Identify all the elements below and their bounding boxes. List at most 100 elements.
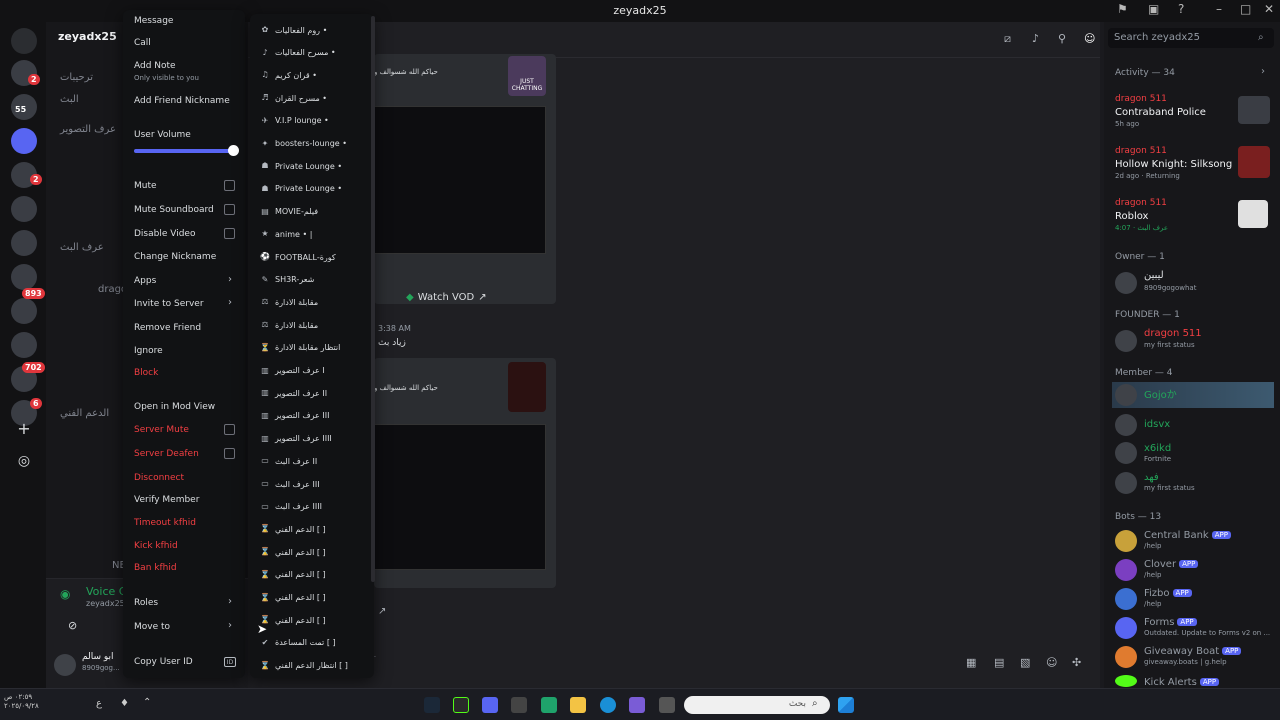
member-name[interactable]: Clover APP bbox=[1144, 559, 1199, 570]
menu-item-ignore[interactable]: Ignore bbox=[134, 346, 163, 356]
menu-item-add-friend-nickname[interactable]: Add Friend Nickname bbox=[134, 96, 230, 106]
server-icon[interactable] bbox=[11, 264, 37, 290]
menu-item-move-to[interactable]: Move to bbox=[134, 622, 170, 632]
move-to-channel-item[interactable]: ☗ Private Lounge • bbox=[260, 158, 342, 174]
server-mute-checkbox[interactable] bbox=[224, 424, 235, 435]
avatar[interactable] bbox=[1115, 272, 1137, 294]
move-to-channel-item[interactable]: ⌛ الدعم الفني [ ] bbox=[260, 567, 326, 583]
avatar[interactable] bbox=[1115, 530, 1137, 552]
move-to-channel-item[interactable]: ⏳ انتظار مقابلة الادارة bbox=[260, 340, 340, 356]
menu-item-invite-to-server[interactable]: Invite to Server bbox=[134, 299, 204, 309]
menu-item-kick[interactable]: Kick kfhid bbox=[134, 541, 178, 551]
edge-icon[interactable] bbox=[600, 697, 616, 713]
channel-item[interactable]: ترحيبات bbox=[60, 72, 93, 83]
member-name[interactable]: ليبين bbox=[1144, 270, 1164, 281]
avatar[interactable] bbox=[54, 654, 76, 676]
move-to-channel-item[interactable]: ✔ تمت المساعدة [ ] bbox=[260, 635, 336, 651]
steam-icon[interactable] bbox=[424, 697, 440, 713]
member-name[interactable]: فهد bbox=[1144, 472, 1159, 483]
volume-slider-track[interactable] bbox=[134, 149, 234, 153]
chevron-up-icon[interactable]: ⌃ bbox=[143, 697, 151, 708]
disable-video-checkbox[interactable] bbox=[224, 228, 235, 239]
channel-item[interactable]: عرف البث bbox=[60, 242, 104, 253]
server-deafen-checkbox[interactable] bbox=[224, 448, 235, 459]
server-icon[interactable] bbox=[11, 230, 37, 256]
menu-item-open-mod-view[interactable]: Open in Mod View bbox=[134, 402, 215, 412]
server-icon[interactable] bbox=[11, 332, 37, 358]
sticker-icon[interactable]: ▧ bbox=[1020, 656, 1030, 669]
menu-item-roles[interactable]: Roles bbox=[134, 598, 158, 608]
member-name[interactable]: dragon 511 bbox=[1144, 328, 1202, 339]
server-icon[interactable] bbox=[11, 298, 37, 324]
move-to-channel-item[interactable]: ⚖ مقابلة الادارة bbox=[260, 317, 318, 333]
bell-icon[interactable]: ♪ bbox=[1032, 32, 1039, 45]
taskbar-search[interactable]: بحث bbox=[684, 696, 830, 714]
menu-item-mute[interactable]: Mute bbox=[134, 181, 157, 191]
move-to-channel-item[interactable]: ♬ مسرح القران • bbox=[260, 90, 327, 106]
menu-item-copy-user-id[interactable]: Copy User ID bbox=[134, 657, 193, 667]
move-to-channel-item[interactable]: ⌛ الدعم الفني [ ] bbox=[260, 544, 326, 560]
move-to-channel-item[interactable]: ⚽ FOOTBALL-كورة bbox=[260, 249, 336, 265]
members-icon[interactable]: ☺ bbox=[1084, 32, 1095, 45]
menu-item-remove-friend[interactable]: Remove Friend bbox=[134, 323, 201, 333]
chevron-right-icon[interactable]: › bbox=[1261, 66, 1265, 77]
move-to-channel-item[interactable]: ✈ V.I.P lounge • bbox=[260, 113, 329, 129]
member-name[interactable]: x6ikd bbox=[1144, 443, 1171, 454]
menu-item-ban[interactable]: Ban kfhid bbox=[134, 563, 177, 573]
threads-icon[interactable]: ⧄ bbox=[1004, 32, 1011, 46]
microphone-icon[interactable]: ♦ bbox=[120, 698, 129, 709]
move-to-channel-item[interactable]: ⚖ مقابلة الادارة bbox=[260, 294, 318, 310]
move-to-channel-item[interactable]: ▥ عرف التصوير IIII bbox=[260, 431, 332, 447]
menu-item-change-nickname[interactable]: Change Nickname bbox=[134, 252, 216, 262]
task-view-icon[interactable] bbox=[659, 697, 675, 713]
kick-icon[interactable] bbox=[453, 697, 469, 713]
move-to-channel-item[interactable]: ⌛ الدعم الفني [ ] bbox=[260, 590, 326, 606]
app-icon[interactable] bbox=[541, 697, 557, 713]
menu-item-disable-video[interactable]: Disable Video bbox=[134, 229, 195, 239]
avatar[interactable] bbox=[1115, 559, 1137, 581]
avatar[interactable] bbox=[1115, 675, 1137, 687]
menu-item-block[interactable]: Block bbox=[134, 368, 158, 378]
move-to-channel-item[interactable]: ▥ عرف التصوير II bbox=[260, 385, 327, 401]
add-server-icon[interactable]: + bbox=[11, 416, 37, 442]
avatar[interactable] bbox=[1115, 384, 1137, 406]
stream-thumbnail[interactable] bbox=[374, 106, 546, 254]
avatar[interactable] bbox=[1115, 414, 1137, 436]
activity-user[interactable]: dragon 511 bbox=[1115, 94, 1167, 104]
menu-item-timeout[interactable]: Timeout kfhid bbox=[134, 518, 196, 528]
gift-icon[interactable]: ▦ bbox=[966, 656, 976, 669]
member-name[interactable]: idsvx bbox=[1144, 419, 1170, 430]
app-icon[interactable] bbox=[511, 697, 527, 713]
move-to-channel-item[interactable]: ✎ SH3R-شعر bbox=[260, 272, 315, 288]
avatar[interactable] bbox=[1115, 442, 1137, 464]
file-explorer-icon[interactable] bbox=[570, 697, 586, 713]
menu-item-server-mute[interactable]: Server Mute bbox=[134, 425, 189, 435]
search-input[interactable]: Search zeyadx25 bbox=[1108, 28, 1274, 48]
pin-icon[interactable]: ⚲ bbox=[1058, 32, 1066, 45]
move-to-channel-item[interactable]: ✦ boosters-lounge • bbox=[260, 136, 347, 152]
member-name[interactable]: Fizbo APP bbox=[1144, 588, 1192, 599]
apps-icon[interactable]: ✣ bbox=[1072, 656, 1081, 669]
inbox-icon[interactable]: ⚑ bbox=[1117, 2, 1128, 16]
server-name[interactable]: zeyadx25 bbox=[58, 30, 117, 43]
move-to-channel-item[interactable]: ▥ عرف التصوير I bbox=[260, 363, 325, 379]
volume-slider-handle[interactable] bbox=[228, 145, 239, 156]
gif-icon[interactable]: ▤ bbox=[994, 656, 1004, 669]
channel-item[interactable]: عرف التصوير bbox=[60, 124, 116, 135]
member-name[interactable]: Gojoか bbox=[1144, 386, 1177, 401]
avatar[interactable] bbox=[1115, 472, 1137, 494]
watch-vod-button[interactable]: ◆ Watch VOD ↗ bbox=[406, 288, 496, 306]
channel-item[interactable]: البث bbox=[60, 94, 79, 105]
member-name[interactable]: Giveaway Boat APP bbox=[1144, 646, 1242, 657]
taskbar-clock[interactable]: ٠٢:٥٩ ص ٢٠٢٥/٠٩/٢٨ bbox=[4, 693, 39, 711]
move-to-channel-item[interactable]: ✿ روم الفعاليات • bbox=[260, 22, 328, 38]
move-to-channel-item[interactable]: ▤ MOVIE-فيلم bbox=[260, 204, 318, 220]
move-to-channel-item[interactable]: ⌛ الدعم الفني [ ] bbox=[260, 521, 326, 537]
camera-off-icon[interactable]: ⊘ bbox=[68, 619, 77, 632]
menu-item-apps[interactable]: Apps bbox=[134, 276, 156, 286]
menu-item-mute-soundboard[interactable]: Mute Soundboard bbox=[134, 205, 214, 215]
member-name[interactable]: Central Bank APP bbox=[1144, 530, 1231, 541]
search-icon[interactable]: ⌕ bbox=[1258, 32, 1264, 43]
avatar[interactable] bbox=[1115, 588, 1137, 610]
stream-thumbnail[interactable] bbox=[374, 424, 546, 570]
